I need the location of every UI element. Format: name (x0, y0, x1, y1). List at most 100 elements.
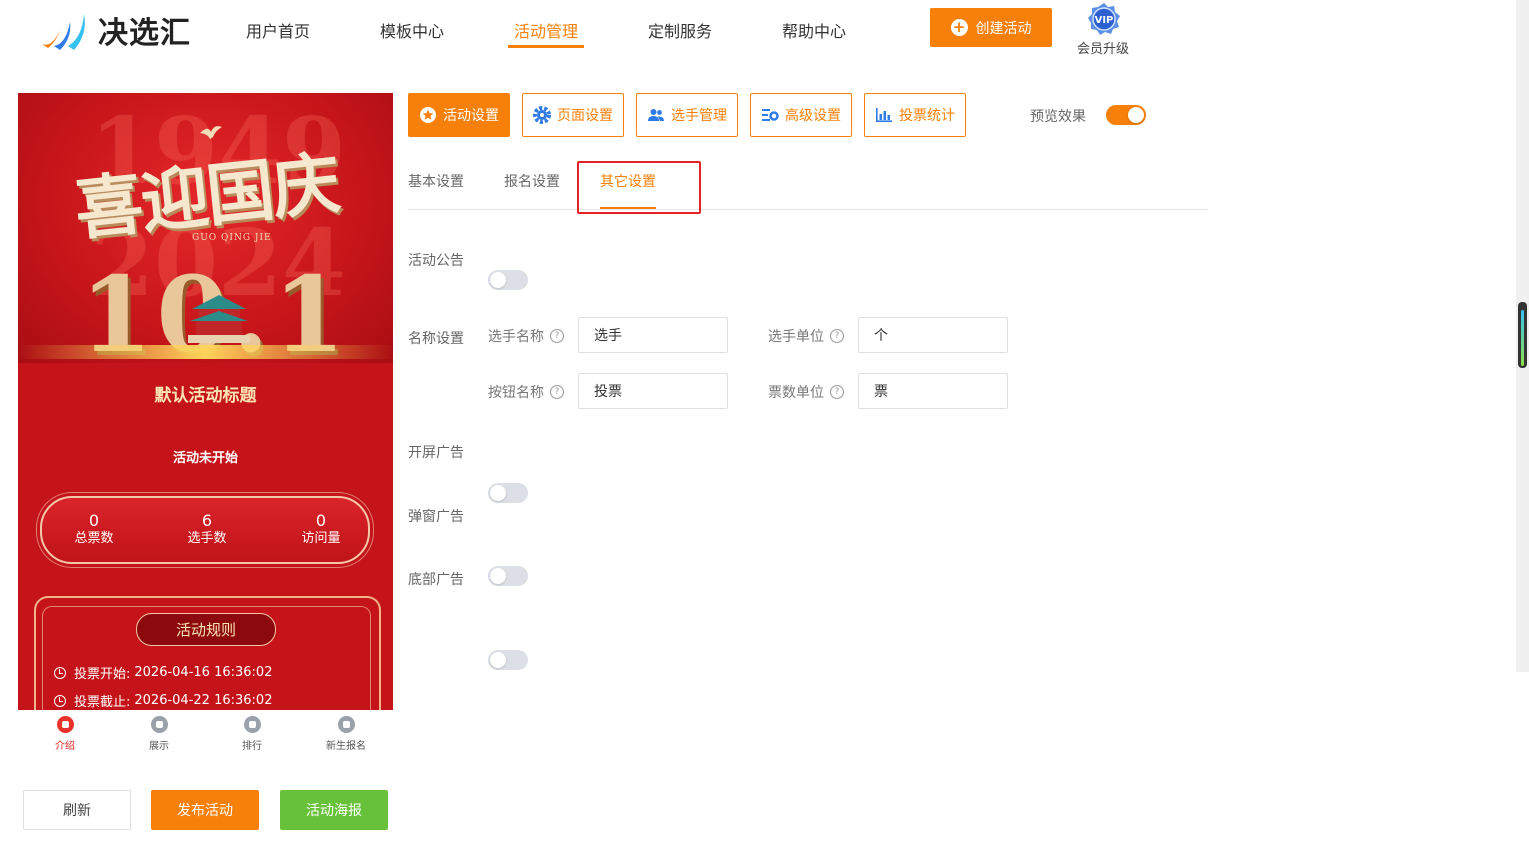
vip-upgrade-label[interactable]: 会员升级 (1077, 38, 1129, 57)
tabbar-label: 展示 (149, 741, 169, 752)
refresh-button[interactable]: 刷新 (23, 790, 131, 830)
tabbar-ranking[interactable]: 排行 (222, 716, 282, 752)
activity-status: 活动未开始 (172, 451, 238, 466)
help-icon[interactable]: ? (830, 329, 844, 343)
star-icon (420, 107, 436, 123)
vote-statistics-button[interactable]: 投票统计 (864, 93, 966, 137)
advanced-settings-button[interactable]: 高级设置 (750, 93, 852, 137)
vote-unit-label-text: 票数单位 (768, 385, 824, 401)
display-icon (150, 716, 168, 733)
vip-badge-icon[interactable]: VIP (1087, 2, 1121, 36)
stat-label: 总票数 (74, 531, 114, 546)
stat-player-count: 6 选手数 (157, 512, 257, 548)
subtab-basic-settings[interactable]: 基本设置 (408, 171, 464, 191)
tabbar-display[interactable]: 展示 (129, 716, 189, 752)
stat-total-votes: 0 总票数 (44, 512, 144, 548)
intro-icon (56, 716, 74, 733)
ranking-icon (243, 716, 261, 733)
activity-poster-button[interactable]: 活动海报 (280, 790, 388, 830)
popup-ad-toggle[interactable] (488, 566, 528, 586)
help-icon[interactable]: ? (550, 329, 564, 343)
tabbar-intro[interactable]: 介绍 (35, 716, 95, 752)
tabbar-signup[interactable]: 新生报名 (316, 716, 376, 752)
announcement-label: 活动公告 (408, 253, 464, 269)
vote-start-line: 投票开始: 2026-04-16 16:36:02 (54, 663, 272, 682)
signup-icon (337, 716, 355, 733)
button-name-label-text: 按钮名称 (488, 385, 544, 401)
help-icon[interactable]: ? (550, 385, 564, 399)
stat-label: 访问量 (301, 531, 341, 546)
tabbar-label: 排行 (242, 741, 262, 752)
clock-icon (54, 694, 66, 707)
player-name-input[interactable]: 选手 (578, 317, 728, 353)
vote-end-line: 投票截止: 2026-04-22 16:36:02 (54, 691, 272, 710)
vote-unit-input[interactable]: 票 (858, 373, 1008, 409)
announcement-toggle[interactable] (488, 270, 528, 290)
nav-activity-management[interactable]: 活动管理 (514, 18, 578, 42)
hero-banner: 1949 2024 喜迎国庆 GUO QING JIE 10.1 (18, 93, 393, 376)
tool-label: 活动设置 (443, 108, 499, 124)
splash-ad-label: 开屏广告 (408, 445, 464, 461)
nav-active-underline (508, 45, 584, 48)
splash-ad-toggle[interactable] (488, 483, 528, 503)
vip-badge-text: VIP (1095, 15, 1114, 26)
tool-label: 页面设置 (557, 108, 613, 124)
nav-template-center[interactable]: 模板中心 (380, 18, 444, 42)
tabbar-label: 新生报名 (326, 741, 366, 752)
tool-label: 高级设置 (785, 108, 841, 124)
activity-rules-button[interactable]: 活动规则 (136, 613, 276, 646)
stat-visits: 0 访问量 (271, 512, 371, 548)
hero-subtitle: GUO QING JIE (192, 233, 272, 243)
mobile-preview: 1949 2024 喜迎国庆 GUO QING JIE 10.1 默认活动标题 … (18, 93, 393, 710)
stat-value: 6 (201, 511, 213, 530)
help-icon[interactable]: ? (830, 385, 844, 399)
preview-effect-toggle[interactable] (1106, 105, 1146, 125)
activity-settings-button[interactable]: 活动设置 (408, 93, 510, 137)
player-unit-label-text: 选手单位 (768, 329, 824, 345)
nav-custom-service[interactable]: 定制服务 (648, 18, 712, 42)
gear-icon (533, 106, 551, 124)
subtab-signup-settings[interactable]: 报名设置 (504, 171, 560, 191)
nav-help-center[interactable]: 帮助中心 (782, 18, 846, 42)
vote-start-time: 2026-04-16 16:36:02 (134, 665, 273, 680)
nav-user-home[interactable]: 用户首页 (246, 18, 310, 42)
vote-unit-field-label: 票数单位 ? (768, 382, 844, 402)
name-settings-label: 名称设置 (408, 331, 464, 347)
temple-icon (186, 289, 252, 349)
player-name-field-label: 选手名称 ? (488, 326, 564, 346)
player-unit-input[interactable]: 个 (858, 317, 1008, 353)
bottom-ad-label: 底部广告 (408, 572, 464, 588)
popup-ad-label: 弹窗广告 (408, 509, 464, 525)
logo[interactable]: 决选汇 (38, 8, 191, 52)
vote-end-label: 投票截止: (74, 695, 131, 710)
page-settings-button[interactable]: 页面设置 (522, 93, 624, 137)
stat-label: 选手数 (187, 531, 227, 546)
bar-chart-icon (876, 108, 892, 122)
publish-activity-button[interactable]: 发布活动 (151, 790, 259, 830)
player-unit-field-label: 选手单位 ? (768, 326, 844, 346)
sliders-icon (762, 109, 779, 121)
bottom-ad-toggle[interactable] (488, 650, 528, 670)
tool-label: 选手管理 (671, 108, 727, 124)
logo-text: 决选汇 (98, 16, 191, 51)
create-activity-button[interactable]: + 创建活动 (930, 8, 1052, 47)
vote-start-label: 投票开始: (74, 667, 131, 682)
stats-panel: 0 总票数 6 选手数 0 访问量 (40, 496, 370, 564)
stat-value: 0 (88, 511, 100, 530)
plus-icon: + (950, 19, 968, 36)
highlight-box (577, 161, 701, 214)
button-name-input[interactable]: 投票 (578, 373, 728, 409)
tabbar-label: 介绍 (55, 741, 75, 752)
tool-label: 投票统计 (899, 108, 955, 124)
hero-glow (18, 345, 393, 359)
preview-effect-label: 预览效果 (1030, 109, 1086, 125)
create-activity-label: 创建活动 (975, 20, 1032, 37)
activity-title: 默认活动标题 (154, 386, 257, 406)
button-name-field-label: 按钮名称 ? (488, 382, 564, 402)
player-management-button[interactable]: 选手管理 (636, 93, 738, 137)
subtab-divider (408, 209, 1208, 210)
users-icon (648, 109, 664, 121)
clock-icon (54, 666, 66, 679)
vote-end-time: 2026-04-22 16:36:02 (134, 693, 273, 708)
logo-mark-icon (38, 8, 92, 52)
